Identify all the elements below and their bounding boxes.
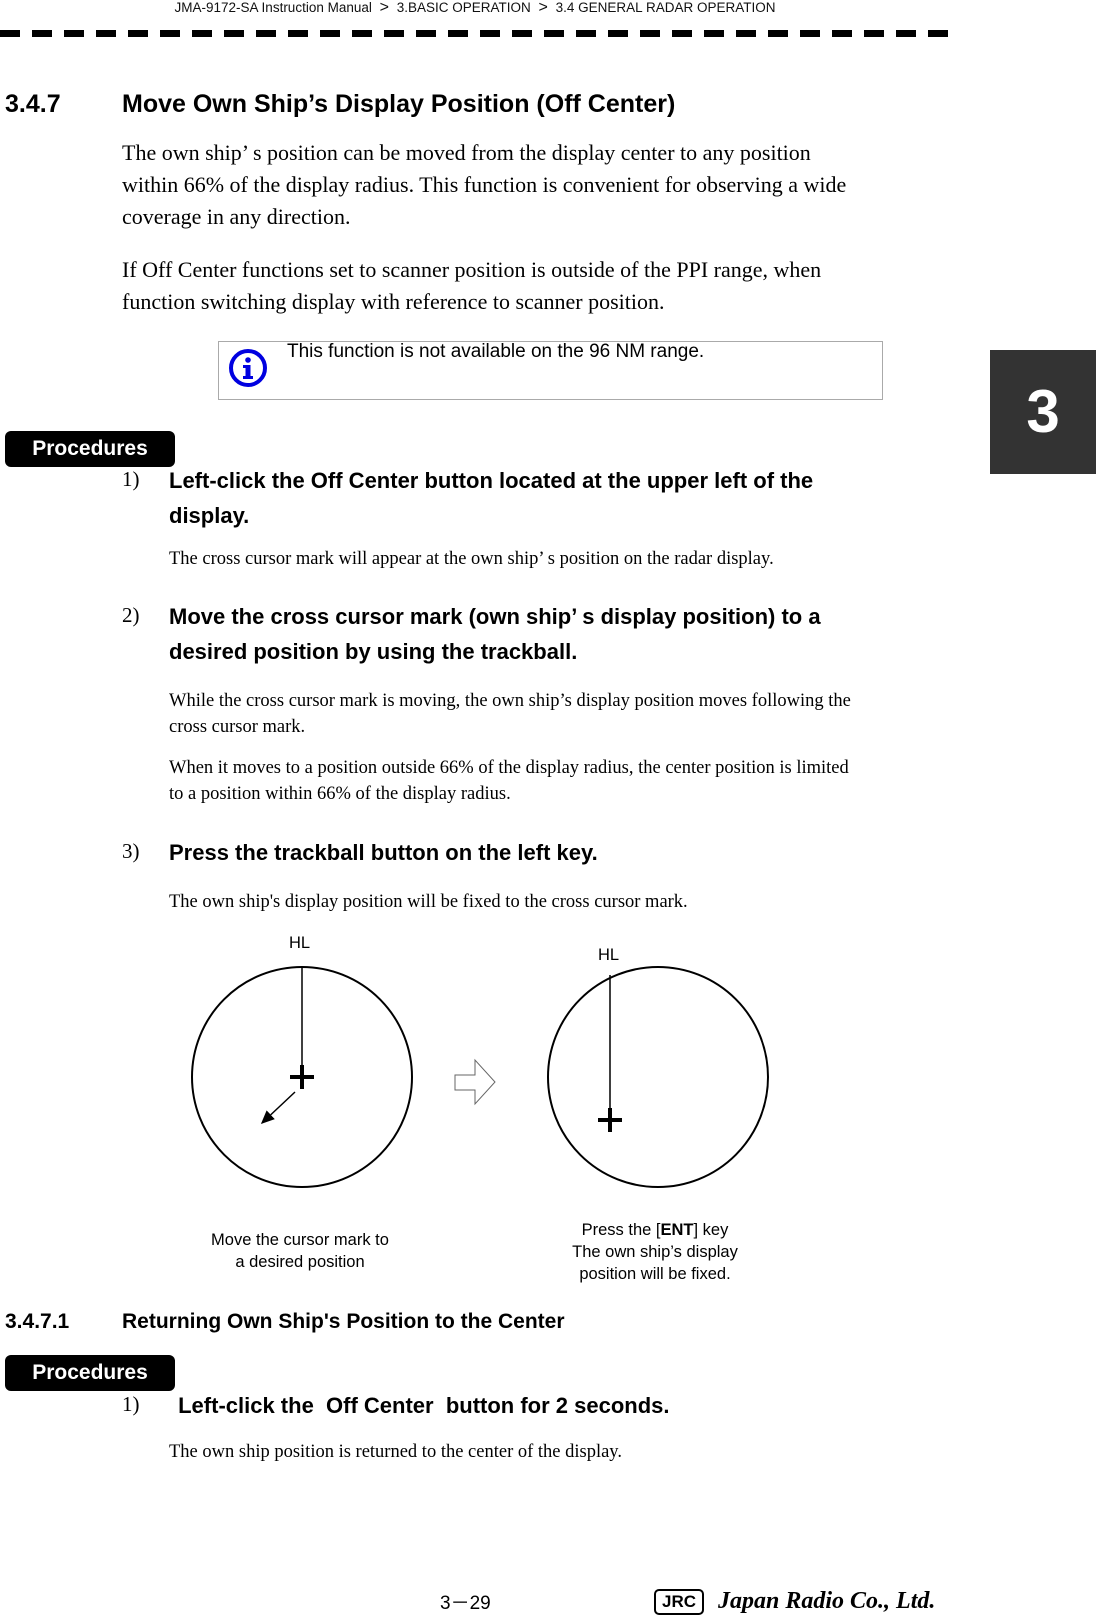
- move-arrow-icon: [260, 1091, 296, 1125]
- ent-key-label: ENT: [660, 1221, 694, 1239]
- note-text: This function is not available on the 96…: [287, 341, 705, 362]
- heading-line-label: HL: [289, 934, 311, 952]
- caption-line: a desired position: [235, 1253, 365, 1271]
- desc-line: cross cursor mark.: [169, 717, 306, 737]
- diagram-caption-right: Press the [ENT] key The own ship’s displ…: [535, 1219, 775, 1285]
- radar-circle: [547, 966, 769, 1188]
- intro-paragraph: The own ship’ s position can be moved fr…: [122, 137, 846, 233]
- info-icon: [229, 349, 267, 387]
- step-title-line: Press the trackball button on the left k…: [169, 840, 598, 865]
- diagram-caption-left: Move the cursor mark to a desired positi…: [180, 1229, 420, 1273]
- step-title: Left-click the Off Center button for 2 s…: [172, 1393, 670, 1418]
- procedures-badge: Procedures: [5, 431, 175, 467]
- desc-line: to a position within 66% of the display …: [169, 784, 511, 804]
- step-description: The own ship's display position will be …: [169, 889, 688, 915]
- breadcrumb-section[interactable]: 3.4 GENERAL RADAR OPERATION: [556, 0, 776, 15]
- step-number: 2): [122, 603, 140, 627]
- section-number: 3.4.7: [5, 90, 61, 118]
- breadcrumb-separator: >: [379, 0, 389, 16]
- subsection-title: Returning Own Ship's Position to the Cen…: [122, 1310, 565, 1333]
- step-title: Move the cross cursor mark (own ship’ s …: [169, 599, 959, 669]
- step-title-line: Move the cross cursor mark (own ship’ s …: [169, 604, 821, 629]
- step-number: 1): [122, 1392, 140, 1416]
- step-title-line: Left-click the Off Center button located…: [169, 468, 814, 493]
- caption-line: Move the cursor mark to: [211, 1231, 389, 1249]
- company-name: Japan Radio Co., Ltd.: [718, 1588, 936, 1614]
- chapter-tab[interactable]: 3: [990, 350, 1096, 474]
- step-title-line: display.: [169, 503, 250, 528]
- paragraph-line: within 66% of the display radius. This f…: [122, 172, 847, 197]
- step-description: When it moves to a position outside 66% …: [169, 755, 849, 807]
- subsection-heading: 3.4.7.1 Returning Own Ship's Position to …: [5, 1310, 565, 1334]
- company-logo: JRC Japan Radio Co., Ltd.: [654, 1588, 935, 1615]
- section-heading: 3.4.7 Move Own Ship’s Display Position (O…: [5, 90, 675, 119]
- paragraph-line: function switching display with referenc…: [122, 289, 665, 314]
- step-description: While the cross cursor mark is moving, t…: [169, 688, 851, 740]
- step-title-line: desired position by using the trackball.: [169, 639, 578, 664]
- subsection-number: 3.4.7.1: [5, 1310, 70, 1333]
- off-center-diagram: [191, 966, 769, 1188]
- step-title: Left-click the Off Center button located…: [169, 463, 949, 533]
- desc-line: The cross cursor mark will appear at the…: [169, 549, 774, 569]
- caption-line: Press the [ENT] key: [581, 1221, 729, 1239]
- section-title: Move Own Ship’s Display Position (Off Ce…: [122, 90, 676, 118]
- caption-line: position will be fixed.: [579, 1265, 731, 1283]
- breadcrumb-separator: >: [538, 0, 548, 16]
- radar-display-after: [547, 966, 769, 1188]
- header-dashed-divider: [0, 30, 955, 37]
- radar-display-before: [191, 966, 413, 1188]
- procedures-badge: Procedures: [5, 1355, 175, 1391]
- breadcrumb: JMA-9172-SA Instruction Manual > 3.BASIC…: [0, 0, 950, 16]
- heading-line-label: HL: [598, 946, 620, 964]
- desc-line: While the cross cursor mark is moving, t…: [169, 691, 851, 711]
- step-description: The cross cursor mark will appear at the…: [169, 546, 774, 572]
- note-box: This function is not available on the 96…: [218, 341, 883, 400]
- caption-line: The own ship’s display: [572, 1243, 738, 1261]
- breadcrumb-manual[interactable]: JMA-9172-SA Instruction Manual: [175, 0, 372, 15]
- step-number: 3): [122, 839, 140, 863]
- desc-line: When it moves to a position outside 66% …: [169, 758, 849, 778]
- jrc-logo-mark: JRC: [654, 1588, 705, 1615]
- breadcrumb-chapter[interactable]: 3.BASIC OPERATION: [397, 0, 531, 15]
- paragraph-line: coverage in any direction.: [122, 204, 351, 229]
- paragraph-line: If Off Center functions set to scanner p…: [122, 257, 822, 282]
- step-title: Press the trackball button on the left k…: [169, 835, 598, 870]
- page-number: 3－29: [440, 1593, 491, 1614]
- step-description: The own ship position is returned to the…: [169, 1442, 622, 1462]
- scanner-paragraph: If Off Center functions set to scanner p…: [122, 254, 821, 318]
- paragraph-line: The own ship’ s position can be moved fr…: [122, 140, 811, 165]
- step-number: 1): [122, 467, 140, 491]
- transition-arrow-icon: [454, 1058, 496, 1106]
- desc-line: The own ship's display position will be …: [169, 892, 688, 912]
